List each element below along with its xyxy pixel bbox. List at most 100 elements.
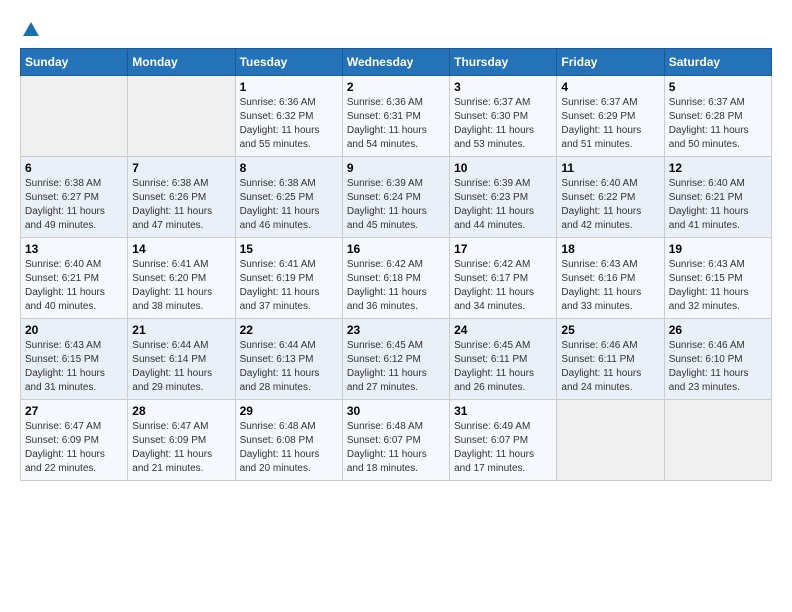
calendar-cell: 12Sunrise: 6:40 AMSunset: 6:21 PMDayligh… <box>664 157 771 238</box>
calendar-cell: 2Sunrise: 6:36 AMSunset: 6:31 PMDaylight… <box>342 76 449 157</box>
day-detail: Sunrise: 6:36 AMSunset: 6:32 PMDaylight:… <box>240 96 338 152</box>
day-number: 9 <box>347 161 445 175</box>
day-number: 1 <box>240 80 338 94</box>
day-number: 2 <box>347 80 445 94</box>
calendar-header: SundayMondayTuesdayWednesdayThursdayFrid… <box>21 49 772 76</box>
day-number: 18 <box>561 242 659 256</box>
page-header <box>20 20 772 38</box>
calendar-cell: 4 Sunrise: 6:37 AMSunset: 6:29 PMDaylight… <box>557 76 664 157</box>
day-detail: Sunrise: 6:37 AMSunset: 6:29 PMDaylight:… <box>561 96 659 152</box>
calendar-cell: 20 Sunrise: 6:43 AMSunset: 6:15 PMDayligh… <box>21 319 128 400</box>
day-number: 11 <box>561 161 659 175</box>
calendar-week-3: 13 Sunrise: 6:40 AMSunset: 6:21 PMDayligh… <box>21 238 772 319</box>
day-detail: Sunrise: 6:43 AMSunset: 6:15 PMDaylight:… <box>669 258 767 314</box>
day-number: 26 <box>669 323 767 337</box>
day-header-wednesday: Wednesday <box>342 49 449 76</box>
day-number: 28 <box>132 404 230 418</box>
day-detail: Sunrise: 6:44 AMSunset: 6:13 PMDaylight:… <box>240 339 338 395</box>
day-detail: Sunrise: 6:48 AMSunset: 6:08 PMDaylight:… <box>240 420 338 476</box>
day-detail: Sunrise: 6:47 AMSunset: 6:09 PMDaylight:… <box>25 420 123 476</box>
day-number: 24 <box>454 323 552 337</box>
calendar-cell: 7 Sunrise: 6:38 AMSunset: 6:26 PMDaylight… <box>128 157 235 238</box>
calendar-cell: 29 Sunrise: 6:48 AMSunset: 6:08 PMDayligh… <box>235 400 342 481</box>
day-detail: Sunrise: 6:45 AMSunset: 6:12 PMDaylight:… <box>347 339 445 395</box>
logo <box>20 20 38 38</box>
day-number: 13 <box>25 242 123 256</box>
day-number: 14 <box>132 242 230 256</box>
calendar-cell: 19 Sunrise: 6:43 AMSunset: 6:15 PMDayligh… <box>664 238 771 319</box>
day-detail: Sunrise: 6:43 AMSunset: 6:15 PMDaylight:… <box>25 339 123 395</box>
calendar-cell: 1 Sunrise: 6:36 AMSunset: 6:32 PMDaylight… <box>235 76 342 157</box>
day-detail: Sunrise: 6:45 AMSunset: 6:11 PMDaylight:… <box>454 339 552 395</box>
calendar-cell: 13 Sunrise: 6:40 AMSunset: 6:21 PMDayligh… <box>21 238 128 319</box>
calendar-cell <box>128 76 235 157</box>
calendar-cell: 6 Sunrise: 6:38 AMSunset: 6:27 PMDaylight… <box>21 157 128 238</box>
calendar-cell <box>557 400 664 481</box>
day-number: 10 <box>454 161 552 175</box>
calendar-cell: 23 Sunrise: 6:45 AMSunset: 6:12 PMDayligh… <box>342 319 449 400</box>
calendar-cell: 31 Sunrise: 6:49 AMSunset: 6:07 PMDayligh… <box>450 400 557 481</box>
calendar-cell: 27 Sunrise: 6:47 AMSunset: 6:09 PMDayligh… <box>21 400 128 481</box>
day-detail: Sunrise: 6:40 AMSunset: 6:21 PMDaylight:… <box>25 258 123 314</box>
calendar-cell: 25 Sunrise: 6:46 AMSunset: 6:11 PMDayligh… <box>557 319 664 400</box>
day-detail: Sunrise: 6:49 AMSunset: 6:07 PMDaylight:… <box>454 420 552 476</box>
day-header-sunday: Sunday <box>21 49 128 76</box>
day-detail: Sunrise: 6:42 AMSunset: 6:17 PMDaylight:… <box>454 258 552 314</box>
day-number: 20 <box>25 323 123 337</box>
day-header-monday: Monday <box>128 49 235 76</box>
calendar-cell: 26 Sunrise: 6:46 AMSunset: 6:10 PMDayligh… <box>664 319 771 400</box>
day-number: 16 <box>347 242 445 256</box>
day-detail: Sunrise: 6:38 AMSunset: 6:25 PMDaylight:… <box>240 177 338 233</box>
day-number: 17 <box>454 242 552 256</box>
calendar-week-2: 6 Sunrise: 6:38 AMSunset: 6:27 PMDaylight… <box>21 157 772 238</box>
calendar-cell <box>21 76 128 157</box>
calendar-cell: 15Sunrise: 6:41 AMSunset: 6:19 PMDayligh… <box>235 238 342 319</box>
calendar-cell: 11 Sunrise: 6:40 AMSunset: 6:22 PMDayligh… <box>557 157 664 238</box>
day-number: 6 <box>25 161 123 175</box>
day-header-tuesday: Tuesday <box>235 49 342 76</box>
calendar-table: SundayMondayTuesdayWednesdayThursdayFrid… <box>20 48 772 481</box>
day-number: 31 <box>454 404 552 418</box>
day-detail: Sunrise: 6:39 AMSunset: 6:24 PMDaylight:… <box>347 177 445 233</box>
day-detail: Sunrise: 6:37 AMSunset: 6:30 PMDaylight:… <box>454 96 552 152</box>
day-number: 27 <box>25 404 123 418</box>
day-detail: Sunrise: 6:37 AMSunset: 6:28 PMDaylight:… <box>669 96 767 152</box>
day-header-friday: Friday <box>557 49 664 76</box>
calendar-cell: 28Sunrise: 6:47 AMSunset: 6:09 PMDayligh… <box>128 400 235 481</box>
calendar-cell: 21Sunrise: 6:44 AMSunset: 6:14 PMDayligh… <box>128 319 235 400</box>
calendar-cell: 9 Sunrise: 6:39 AMSunset: 6:24 PMDaylight… <box>342 157 449 238</box>
calendar-week-5: 27 Sunrise: 6:47 AMSunset: 6:09 PMDayligh… <box>21 400 772 481</box>
day-number: 25 <box>561 323 659 337</box>
day-detail: Sunrise: 6:43 AMSunset: 6:16 PMDaylight:… <box>561 258 659 314</box>
day-number: 4 <box>561 80 659 94</box>
day-detail: Sunrise: 6:46 AMSunset: 6:10 PMDaylight:… <box>669 339 767 395</box>
calendar-cell: 8 Sunrise: 6:38 AMSunset: 6:25 PMDaylight… <box>235 157 342 238</box>
day-number: 29 <box>240 404 338 418</box>
day-detail: Sunrise: 6:46 AMSunset: 6:11 PMDaylight:… <box>561 339 659 395</box>
calendar-cell: 5Sunrise: 6:37 AMSunset: 6:28 PMDaylight… <box>664 76 771 157</box>
day-detail: Sunrise: 6:41 AMSunset: 6:20 PMDaylight:… <box>132 258 230 314</box>
calendar-week-4: 20 Sunrise: 6:43 AMSunset: 6:15 PMDayligh… <box>21 319 772 400</box>
calendar-cell: 30Sunrise: 6:48 AMSunset: 6:07 PMDayligh… <box>342 400 449 481</box>
day-number: 21 <box>132 323 230 337</box>
day-detail: Sunrise: 6:38 AMSunset: 6:26 PMDaylight:… <box>132 177 230 233</box>
calendar-cell: 10 Sunrise: 6:39 AMSunset: 6:23 PMDayligh… <box>450 157 557 238</box>
day-number: 7 <box>132 161 230 175</box>
calendar-cell: 22Sunrise: 6:44 AMSunset: 6:13 PMDayligh… <box>235 319 342 400</box>
day-detail: Sunrise: 6:40 AMSunset: 6:22 PMDaylight:… <box>561 177 659 233</box>
day-number: 19 <box>669 242 767 256</box>
day-detail: Sunrise: 6:38 AMSunset: 6:27 PMDaylight:… <box>25 177 123 233</box>
calendar-cell: 3 Sunrise: 6:37 AMSunset: 6:30 PMDaylight… <box>450 76 557 157</box>
calendar-week-1: 1 Sunrise: 6:36 AMSunset: 6:32 PMDaylight… <box>21 76 772 157</box>
logo-triangle-icon <box>22 20 40 38</box>
calendar-cell <box>664 400 771 481</box>
day-header-saturday: Saturday <box>664 49 771 76</box>
day-detail: Sunrise: 6:48 AMSunset: 6:07 PMDaylight:… <box>347 420 445 476</box>
day-number: 23 <box>347 323 445 337</box>
calendar-cell: 24 Sunrise: 6:45 AMSunset: 6:11 PMDayligh… <box>450 319 557 400</box>
day-header-thursday: Thursday <box>450 49 557 76</box>
day-number: 8 <box>240 161 338 175</box>
day-number: 3 <box>454 80 552 94</box>
day-detail: Sunrise: 6:39 AMSunset: 6:23 PMDaylight:… <box>454 177 552 233</box>
day-detail: Sunrise: 6:41 AMSunset: 6:19 PMDaylight:… <box>240 258 338 314</box>
